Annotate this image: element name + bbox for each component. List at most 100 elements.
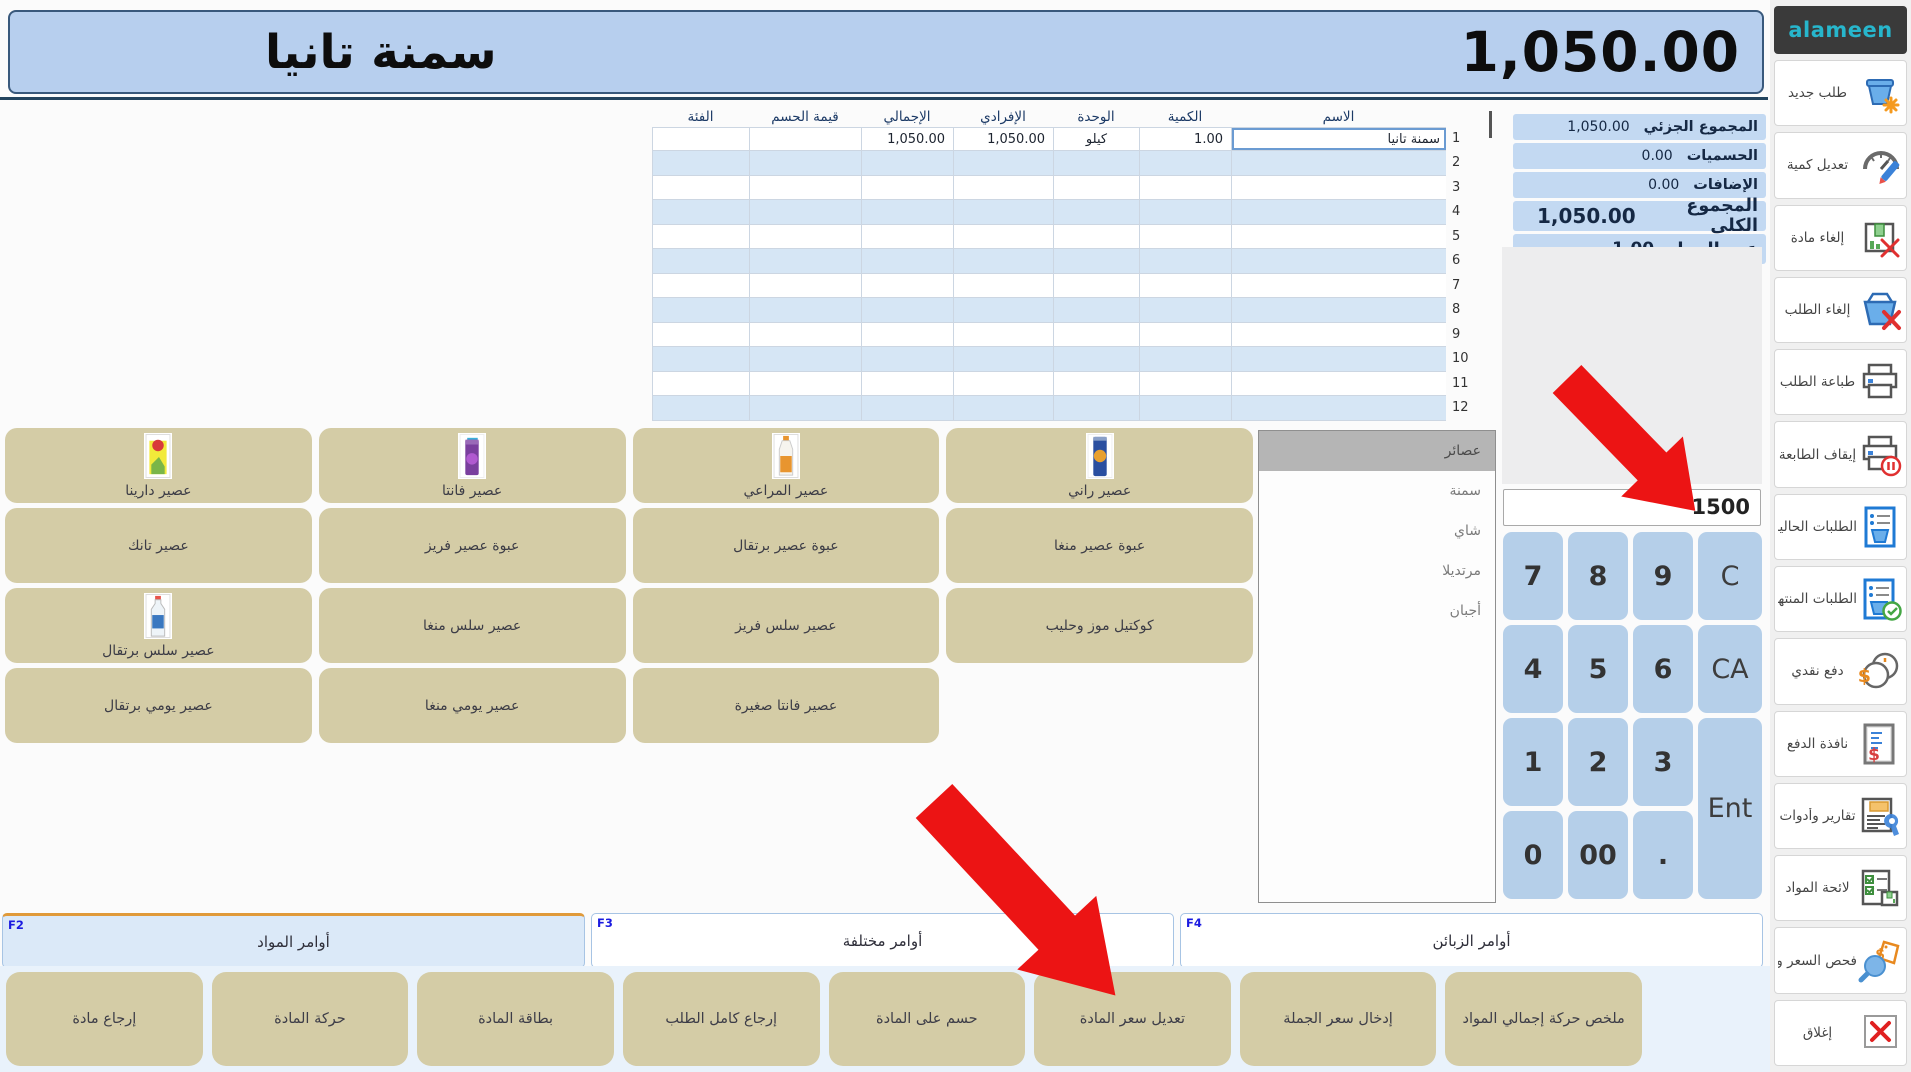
cell-unit[interactable] [1053, 396, 1139, 421]
product-button[interactable]: كوكتيل موز وحليب [946, 588, 1253, 663]
cell-unit-price[interactable] [953, 249, 1053, 274]
numpad-key-.[interactable]: . [1633, 811, 1693, 899]
cell-unit-price[interactable] [953, 323, 1053, 348]
cell-unit-price[interactable] [953, 225, 1053, 250]
cell-unit[interactable] [1053, 151, 1139, 176]
cell-unit[interactable] [1053, 323, 1139, 348]
numpad-key-0[interactable]: 0 [1503, 811, 1563, 899]
product-button[interactable]: عصير دارينا [5, 428, 312, 503]
cell-category[interactable] [652, 176, 749, 201]
cell-name[interactable] [1231, 151, 1446, 176]
cell-category[interactable] [652, 225, 749, 250]
command-button[interactable]: بطاقة المادة [417, 972, 614, 1066]
cell-unit-price[interactable] [953, 396, 1053, 421]
cell-unit-price[interactable] [953, 298, 1053, 323]
cell-unit-price[interactable]: 1,050.00 [953, 127, 1053, 152]
cell-discount[interactable] [749, 323, 861, 348]
numpad-key-3[interactable]: 3 [1633, 718, 1693, 806]
cell-category[interactable] [652, 151, 749, 176]
category-item[interactable]: سمنة [1259, 471, 1495, 511]
command-button[interactable]: حسم على المادة [829, 972, 1026, 1066]
category-item-selected[interactable]: عصائر [1259, 431, 1495, 471]
product-button[interactable]: عبوة عصير فريز [319, 508, 626, 583]
numpad-key-7[interactable]: 7 [1503, 532, 1563, 620]
cell-total[interactable] [861, 200, 953, 225]
command-button[interactable]: حركة المادة [212, 972, 409, 1066]
numpad-key-2[interactable]: 2 [1568, 718, 1628, 806]
cell-quantity[interactable] [1139, 176, 1231, 201]
sidebar-item-close[interactable]: إغلاق [1774, 1000, 1907, 1066]
product-button[interactable]: عصير سلس برتقال [5, 588, 312, 663]
table-row-number[interactable]: 7 [1446, 274, 1494, 299]
cell-name[interactable] [1231, 200, 1446, 225]
sidebar-item-finished-orders[interactable]: الطلبات المنتهية [1774, 566, 1907, 632]
cell-quantity[interactable] [1139, 372, 1231, 397]
tab-f2[interactable]: F2أوامر المواد [2, 913, 585, 968]
cell-discount[interactable] [749, 396, 861, 421]
numpad-key-9[interactable]: 9 [1633, 532, 1693, 620]
cell-unit[interactable] [1053, 200, 1139, 225]
cell-unit-price[interactable] [953, 200, 1053, 225]
cell-name[interactable] [1231, 225, 1446, 250]
cell-discount[interactable] [749, 249, 861, 274]
category-item[interactable]: مرتديلا [1259, 551, 1495, 591]
cell-quantity[interactable]: 1.00 [1139, 127, 1231, 152]
cell-name[interactable] [1231, 274, 1446, 299]
product-button[interactable]: عصير فانتا صغيرة [633, 668, 940, 743]
cell-unit[interactable] [1053, 274, 1139, 299]
sidebar-item-cash-payment[interactable]: $دفع نقدي [1774, 638, 1907, 704]
sidebar-item-price-check[interactable]: $فحص السعر والكمية [1774, 927, 1907, 993]
cell-discount[interactable] [749, 372, 861, 397]
command-button[interactable]: ملخص حركة إجمالي المواد [1445, 972, 1642, 1066]
command-button[interactable]: تعديل سعر المادة [1034, 972, 1231, 1066]
product-button[interactable]: عبوة عصير برتقال [633, 508, 940, 583]
cell-unit[interactable] [1053, 372, 1139, 397]
cell-total[interactable] [861, 298, 953, 323]
sidebar-item-new-order[interactable]: طلب جديد [1774, 60, 1907, 126]
numpad-key-5[interactable]: 5 [1568, 625, 1628, 713]
tab-f3[interactable]: F3أوامر مختلفة [591, 913, 1174, 968]
table-row-number[interactable]: 4 [1446, 200, 1494, 225]
numpad-key-8[interactable]: 8 [1568, 532, 1628, 620]
cell-total[interactable] [861, 372, 953, 397]
cell-unit[interactable] [1053, 176, 1139, 201]
sidebar-item-cancel-item[interactable]: إلغاء مادة [1774, 205, 1907, 271]
numpad-key-4[interactable]: 4 [1503, 625, 1563, 713]
sidebar-item-current-orders[interactable]: الطلبات الحالية [1774, 494, 1907, 560]
table-row-number[interactable]: 1 [1446, 127, 1494, 152]
cell-quantity[interactable] [1139, 347, 1231, 372]
table-row-number[interactable]: 6 [1446, 249, 1494, 274]
cell-total[interactable] [861, 347, 953, 372]
product-button[interactable]: عصير يومي منغا [319, 668, 626, 743]
cell-quantity[interactable] [1139, 396, 1231, 421]
cell-total[interactable] [861, 151, 953, 176]
product-button[interactable]: عصير تانك [5, 508, 312, 583]
category-item[interactable]: أجبان [1259, 591, 1495, 631]
product-button[interactable]: عصير يومي برتقال [5, 668, 312, 743]
cell-total[interactable] [861, 323, 953, 348]
sidebar-item-payment-window[interactable]: $نافذة الدفع [1774, 711, 1907, 777]
numpad-key-00[interactable]: 00 [1568, 811, 1628, 899]
cell-discount[interactable] [749, 298, 861, 323]
sidebar-item-print-order[interactable]: طباعة الطلب [1774, 349, 1907, 415]
cell-unit-price[interactable] [953, 347, 1053, 372]
cell-category[interactable] [652, 200, 749, 225]
product-button[interactable]: عصير المراعي [633, 428, 940, 503]
product-button[interactable]: عصير سلس فريز [633, 588, 940, 663]
cell-name[interactable] [1231, 298, 1446, 323]
cell-name[interactable] [1231, 323, 1446, 348]
cell-unit[interactable]: كيلو [1053, 127, 1139, 152]
sidebar-item-items-list[interactable]: لائحة المواد [1774, 855, 1907, 921]
cell-name[interactable] [1231, 249, 1446, 274]
cell-category[interactable] [652, 347, 749, 372]
cell-quantity[interactable] [1139, 225, 1231, 250]
cell-total[interactable] [861, 249, 953, 274]
cell-category[interactable] [652, 396, 749, 421]
cell-quantity[interactable] [1139, 274, 1231, 299]
cell-discount[interactable] [749, 176, 861, 201]
cell-discount[interactable] [749, 151, 861, 176]
cell-unit[interactable] [1053, 298, 1139, 323]
sidebar-item-cancel-order[interactable]: إلغاء الطلب [1774, 277, 1907, 343]
sidebar-item-reports-tools[interactable]: تقارير وأدوات [1774, 783, 1907, 849]
cell-unit[interactable] [1053, 225, 1139, 250]
